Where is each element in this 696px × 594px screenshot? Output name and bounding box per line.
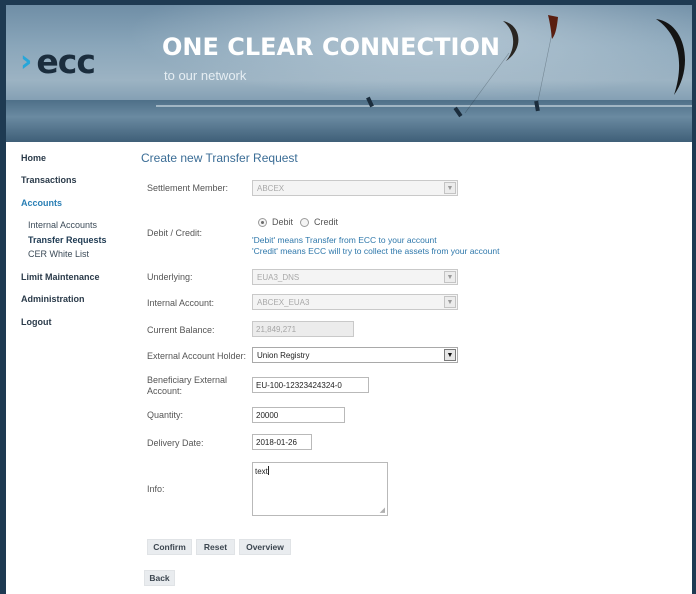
credit-hint: 'Credit' means ECC will try to collect t…	[252, 246, 500, 256]
debit-radio[interactable]	[258, 217, 267, 227]
resize-grip-icon[interactable]: ◢	[380, 506, 385, 514]
info-text: text	[255, 467, 268, 476]
overview-button[interactable]: Overview	[239, 539, 291, 555]
beneficiary-account-label-line2: Account:	[147, 386, 183, 396]
internal-account-value: ABCEX_EUA3	[257, 298, 310, 307]
quantity-input[interactable]: 20000	[252, 407, 345, 423]
info-label: Info:	[147, 484, 165, 494]
current-balance-label: Current Balance:	[147, 325, 215, 335]
current-balance-value: 21,849,271	[256, 325, 297, 334]
dropdown-arrow-icon: ▼	[444, 296, 456, 308]
info-textarea[interactable]: text ◢	[252, 462, 388, 516]
delivery-date-label: Delivery Date:	[147, 438, 204, 448]
sidebar-item-transactions[interactable]: Transactions	[21, 175, 77, 185]
frame-edge-right	[692, 0, 696, 594]
dropdown-arrow-icon: ▼	[444, 182, 456, 194]
sidebar-item-accounts[interactable]: Accounts	[21, 198, 62, 208]
sidebar-subitem-transfer-requests[interactable]: Transfer Requests	[28, 235, 107, 245]
quantity-value: 20000	[256, 411, 279, 420]
debit-radio-label[interactable]: Debit	[272, 217, 293, 227]
external-account-holder-select[interactable]: Union Registry ▼	[252, 347, 458, 363]
sidebar-subitem-internal-accounts[interactable]: Internal Accounts	[28, 220, 97, 230]
underlying-label: Underlying:	[147, 272, 193, 282]
current-balance-field: 21,849,271	[252, 321, 354, 337]
kite-lines	[464, 32, 553, 114]
external-account-holder-label: External Account Holder:	[147, 351, 247, 361]
text-caret	[267, 466, 269, 475]
dropdown-arrow-icon: ▼	[444, 349, 456, 361]
beneficiary-account-value: EU-100-12323424324-0	[256, 381, 342, 390]
internal-account-label: Internal Account:	[147, 298, 215, 308]
info-value: text	[255, 466, 269, 476]
settlement-member-select[interactable]: ABCEX ▼	[252, 180, 458, 196]
header-banner: › ecc ONE CLEAR CONNECTION to our networ…	[6, 5, 692, 142]
external-account-holder-value: Union Registry	[257, 351, 310, 360]
debit-credit-radio-group: Debit Credit	[258, 217, 345, 227]
settlement-member-value: ABCEX	[257, 184, 285, 193]
sidebar-nav: Home Transactions Accounts Internal Acco…	[6, 142, 126, 594]
credit-radio-label[interactable]: Credit	[314, 217, 338, 227]
delivery-date-value: 2018-01-26	[256, 438, 297, 447]
quantity-label: Quantity:	[147, 410, 184, 420]
settlement-member-label: Settlement Member:	[147, 183, 229, 193]
back-button[interactable]: Back	[144, 570, 175, 586]
confirm-button[interactable]: Confirm	[147, 539, 192, 555]
sidebar-item-limit-maintenance[interactable]: Limit Maintenance	[21, 272, 100, 282]
reset-button[interactable]: Reset	[196, 539, 235, 555]
beneficiary-account-label: Beneficiary External Account:	[147, 375, 227, 397]
sidebar-item-home[interactable]: Home	[21, 153, 46, 163]
page-title: Create new Transfer Request	[141, 151, 298, 165]
credit-radio[interactable]	[300, 217, 310, 227]
internal-account-select[interactable]: ABCEX_EUA3 ▼	[252, 294, 458, 310]
underlying-value: EUA3_DNS	[257, 273, 300, 282]
transfer-request-form: Create new Transfer Request Settlement M…	[141, 142, 691, 594]
debit-hint: 'Debit' means Transfer from ECC to your …	[252, 235, 437, 245]
underlying-select[interactable]: EUA3_DNS ▼	[252, 269, 458, 285]
delivery-date-input[interactable]: 2018-01-26	[252, 434, 312, 450]
beneficiary-account-label-line1: Beneficiary External	[147, 375, 228, 385]
sidebar-item-logout[interactable]: Logout	[21, 317, 52, 327]
sidebar-subitem-cer-white-list[interactable]: CER White List	[28, 249, 89, 259]
sidebar-item-administration[interactable]: Administration	[21, 294, 85, 304]
debit-credit-label: Debit / Credit:	[147, 228, 203, 238]
dropdown-arrow-icon: ▼	[444, 271, 456, 283]
beneficiary-account-input[interactable]: EU-100-12323424324-0	[252, 377, 369, 393]
